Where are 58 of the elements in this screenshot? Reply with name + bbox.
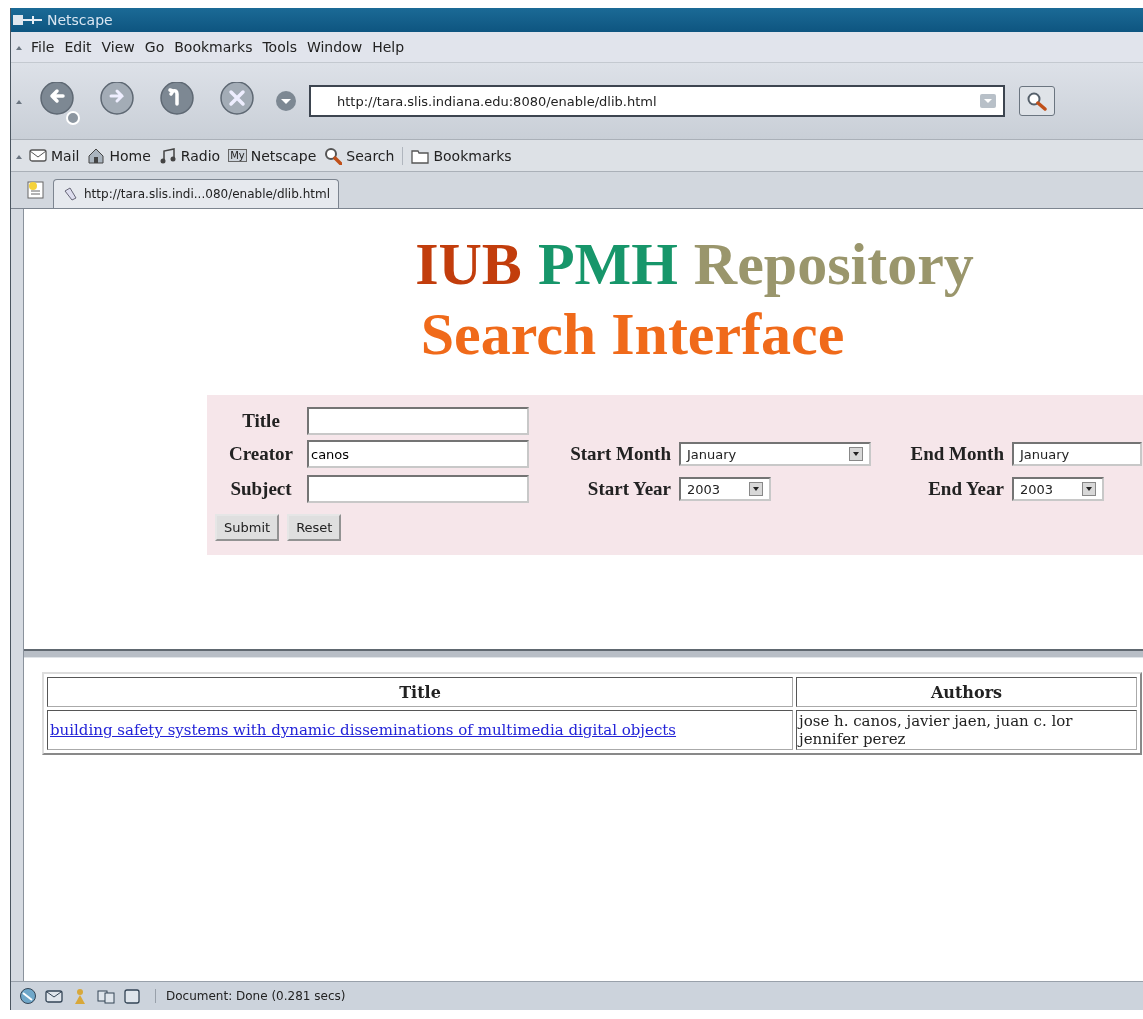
field-label: End Month <box>909 443 1005 465</box>
new-tab-button[interactable] <box>25 179 47 201</box>
menu-item[interactable]: Edit <box>64 39 92 55</box>
text-field[interactable] <box>307 475 529 503</box>
dropdown-icon[interactable] <box>849 447 863 461</box>
select-field[interactable]: 2003 <box>679 477 771 501</box>
field-label: Subject <box>229 478 293 500</box>
search-button[interactable] <box>1019 86 1055 116</box>
envelope-icon <box>29 146 47 165</box>
page-subheading: Search Interface <box>419 300 845 369</box>
select-field[interactable]: 2003 <box>1012 477 1104 501</box>
window-title: Netscape <box>47 12 113 28</box>
select-field[interactable]: January <box>1012 442 1142 466</box>
column-header: Title <box>47 677 793 707</box>
text-field[interactable]: canos <box>307 440 529 468</box>
column-header: Authors <box>796 677 1137 707</box>
toolbar-link[interactable]: Bookmarks <box>402 146 512 165</box>
dropdown-icon[interactable] <box>749 482 763 496</box>
field-label: Creator <box>228 443 294 465</box>
menu-item[interactable]: Tools <box>262 39 297 55</box>
field-label: End Year <box>927 478 1005 500</box>
status-text: Document: Done (0.281 secs) <box>155 989 346 1003</box>
envelope-icon[interactable] <box>45 987 63 1005</box>
toolbar-link[interactable]: Radio <box>158 146 221 165</box>
table-cell: jose h. canos, javier jaen, juan c. lor jennifer perez <box>796 710 1137 750</box>
toolbar-link[interactable]: Home <box>87 146 151 165</box>
dropdown-icon[interactable] <box>1082 482 1096 496</box>
toolbar-link[interactable]: My Netscape <box>228 147 317 164</box>
search-icon <box>1026 91 1048 111</box>
field-label: Start Month <box>569 443 672 465</box>
menu-item[interactable]: Bookmarks <box>174 39 253 55</box>
menu-item[interactable]: File <box>31 39 55 55</box>
music-note-icon <box>158 146 177 165</box>
result-link[interactable]: building safety systems with dynamic disseminations of multimedia digital objects <box>50 721 677 739</box>
reset-button[interactable]: Reset <box>287 513 342 541</box>
frame-splitter[interactable] <box>24 649 1143 658</box>
menu-item[interactable]: Window <box>306 39 363 55</box>
logo-badge: My <box>228 149 247 162</box>
toolbar-link[interactable]: Mail <box>29 146 80 165</box>
url-field[interactable]: http://tara.slis.indiana.edu:8080/enable/dlib.html <box>309 85 1005 117</box>
select-field[interactable]: January <box>679 442 871 466</box>
page-heading: IUB PMH Repository <box>414 231 975 297</box>
menu-item[interactable]: View <box>101 39 135 55</box>
search-icon <box>324 146 343 165</box>
globe-icon[interactable] <box>19 987 37 1005</box>
menu-item[interactable]: Help <box>372 39 405 55</box>
window-icon[interactable] <box>123 987 141 1005</box>
menu-item[interactable]: Go <box>144 39 165 55</box>
back-button[interactable] <box>39 82 81 126</box>
app-icon <box>13 13 43 27</box>
field-label: Title <box>241 410 281 432</box>
tab[interactable]: http://tara.slis.indi...080/enable/dlib.html <box>53 179 339 208</box>
field-label: Start Year <box>586 478 672 500</box>
text-field[interactable] <box>307 407 529 435</box>
house-icon <box>87 146 106 165</box>
submit-button[interactable]: Submit <box>215 513 280 541</box>
toolbar-link[interactable]: Search <box>324 146 395 165</box>
page-icon <box>62 186 78 202</box>
